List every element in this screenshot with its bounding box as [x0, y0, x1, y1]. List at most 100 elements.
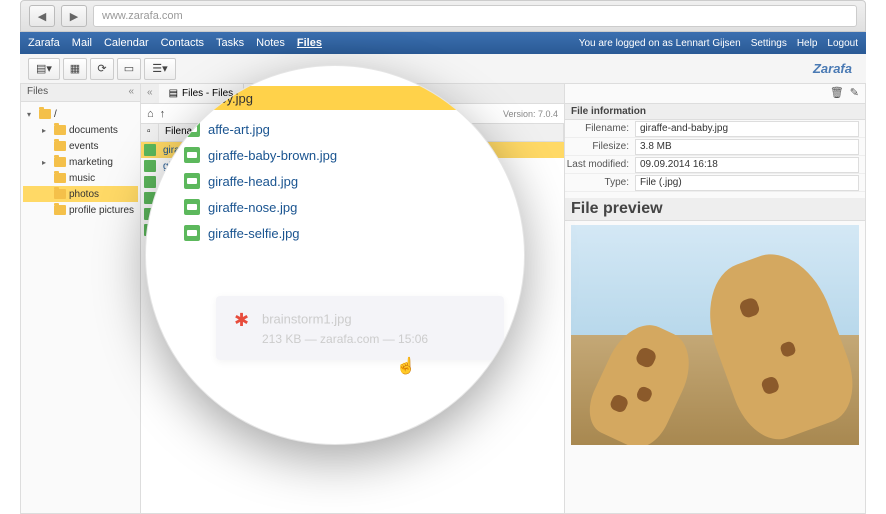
col-type-icon[interactable]: ▫ [141, 124, 159, 141]
mag-file-name: giraffe-nose.jpg [208, 200, 297, 215]
image-file-icon [184, 147, 200, 163]
folder-icon [54, 157, 66, 167]
delete-icon[interactable]: 🗑 [830, 86, 844, 101]
url-input[interactable] [93, 5, 857, 27]
right-tools: 🗑 ✎ [565, 84, 865, 104]
tree-label: documents [69, 125, 118, 136]
info-row-modified: Last modified: 09.09.2014 16:18 [565, 156, 865, 174]
tool-grid-button[interactable]: ▦ [63, 58, 87, 80]
info-label: Filename: [565, 123, 635, 134]
settings-link[interactable]: Settings [751, 38, 787, 49]
preview-image [571, 225, 859, 445]
tab-label: Files - Files [182, 88, 233, 99]
folder-icon [54, 189, 66, 199]
menu-notes[interactable]: Notes [256, 37, 285, 49]
folder-dropdown-button[interactable]: ▤▾ [28, 58, 60, 80]
tab-collapse-icon[interactable]: « [141, 84, 159, 103]
tree-folder-photos[interactable]: photos [23, 186, 138, 202]
image-file-icon [144, 176, 156, 188]
folder-icon [54, 173, 66, 183]
folder-icon [54, 205, 66, 215]
help-link[interactable]: Help [797, 38, 818, 49]
tree-label: events [69, 141, 98, 152]
forward-button[interactable]: ▶ [61, 5, 87, 27]
tool-refresh-button[interactable]: ⟳ [90, 58, 114, 80]
tree-label: photos [69, 189, 99, 200]
version-text: Version: 7.0.4 [503, 109, 558, 119]
file-info-header: File information [565, 104, 865, 120]
sidebar-header: Files « [21, 84, 140, 102]
info-value: 3.8 MB [635, 139, 859, 155]
menu-files[interactable]: Files [297, 37, 322, 49]
sidebar-title: Files [27, 86, 48, 99]
download-name: brainstorm1.jpg [262, 311, 352, 326]
tree-folder-documents[interactable]: ▸documents [23, 122, 138, 138]
download-meta: 213 KB — zarafa.com — 15:06 [262, 332, 486, 346]
menu-calendar[interactable]: Calendar [104, 37, 149, 49]
file-info-section: File information Filename: giraffe-and-b… [565, 104, 865, 192]
tree-root-label: / [54, 109, 57, 120]
browser-chrome: ◀ ▶ [20, 0, 866, 32]
tree-label: profile pictures [69, 205, 134, 216]
info-value: giraffe-and-baby.jpg [635, 121, 859, 137]
info-row-type: Type: File (.jpg) [565, 174, 865, 192]
edit-icon[interactable]: ✎ [850, 86, 859, 101]
info-label: Type: [565, 177, 635, 188]
folder-icon [54, 125, 66, 135]
tree-label: marketing [69, 157, 113, 168]
image-file-icon [184, 225, 200, 241]
info-row-filesize: Filesize: 3.8 MB [565, 138, 865, 156]
image-file-icon [184, 199, 200, 215]
menu-contacts[interactable]: Contacts [161, 37, 204, 49]
tree-folder-marketing[interactable]: ▸marketing [23, 154, 138, 170]
tool-card-button[interactable]: ▭ [117, 58, 141, 80]
up-icon[interactable]: ↑ [160, 108, 166, 120]
info-label: Filesize: [565, 141, 635, 152]
image-file-icon [184, 121, 200, 137]
info-value: 09.09.2014 16:18 [635, 157, 859, 173]
file-preview-section: File preview [565, 198, 865, 445]
cursor-hand-icon: ☝ [396, 356, 416, 376]
tree-folder-events[interactable]: events [23, 138, 138, 154]
tree-label: music [69, 173, 95, 184]
menu-mail[interactable]: Mail [72, 37, 92, 49]
logout-link[interactable]: Logout [827, 38, 858, 49]
mag-file-name: giraffe-head.jpg [208, 174, 298, 189]
download-notification[interactable]: brainstorm1.jpg 213 KB — zarafa.com — 15… [216, 296, 504, 360]
folder-icon [39, 109, 51, 119]
file-icon: ▤ [169, 88, 178, 99]
image-file-icon [144, 160, 156, 172]
sidebar: Files « ▾ / ▸documents events ▸marketing… [21, 84, 141, 513]
tree-folder-music[interactable]: music [23, 170, 138, 186]
mag-file-row[interactable]: giraffe-selfie.jpg [176, 220, 524, 246]
tree-folder-profile-pictures[interactable]: profile pictures [23, 202, 138, 218]
sidebar-collapse-icon[interactable]: « [128, 86, 134, 99]
mag-file-name: giraffe-baby-brown.jpg [208, 148, 337, 163]
menu-zarafa[interactable]: Zarafa [28, 37, 60, 49]
mag-file-row[interactable]: giraffe-head.jpg [176, 168, 524, 194]
tree-root[interactable]: ▾ / [23, 106, 138, 122]
toolbar: ▤▾ ▦ ⟳ ▭ ☰▾ Zarafa [20, 54, 866, 84]
magnifier-overlay: nd-baby.jpg affe-art.jpg giraffe-baby-br… [145, 65, 525, 445]
tool-list-dropdown-button[interactable]: ☰▾ [144, 58, 176, 80]
mag-file-row[interactable]: giraffe-nose.jpg [176, 194, 524, 220]
app-menubar: Zarafa Mail Calendar Contacts Tasks Note… [20, 32, 866, 54]
image-file-icon [144, 144, 156, 156]
mag-file-row[interactable]: giraffe-baby-brown.jpg [176, 142, 524, 168]
folder-tree: ▾ / ▸documents events ▸marketing music p… [21, 102, 140, 222]
menu-tasks[interactable]: Tasks [216, 37, 244, 49]
info-row-filename: Filename: giraffe-and-baby.jpg [565, 120, 865, 138]
logged-user-text: You are logged on as Lennart Gijsen [579, 38, 741, 49]
file-preview-header: File preview [565, 198, 865, 221]
info-value: File (.jpg) [635, 175, 859, 191]
mag-file-name: giraffe-selfie.jpg [208, 226, 300, 241]
brand-logo: Zarafa [813, 61, 852, 76]
info-label: Last modified: [565, 159, 635, 170]
right-panel: 🗑 ✎ File information Filename: giraffe-a… [565, 84, 865, 513]
back-button[interactable]: ◀ [29, 5, 55, 27]
plugin-icon [234, 310, 254, 330]
folder-icon [54, 141, 66, 151]
mag-file-name: affe-art.jpg [208, 122, 270, 137]
image-file-icon [184, 173, 200, 189]
home-icon[interactable]: ⌂ [147, 108, 154, 120]
